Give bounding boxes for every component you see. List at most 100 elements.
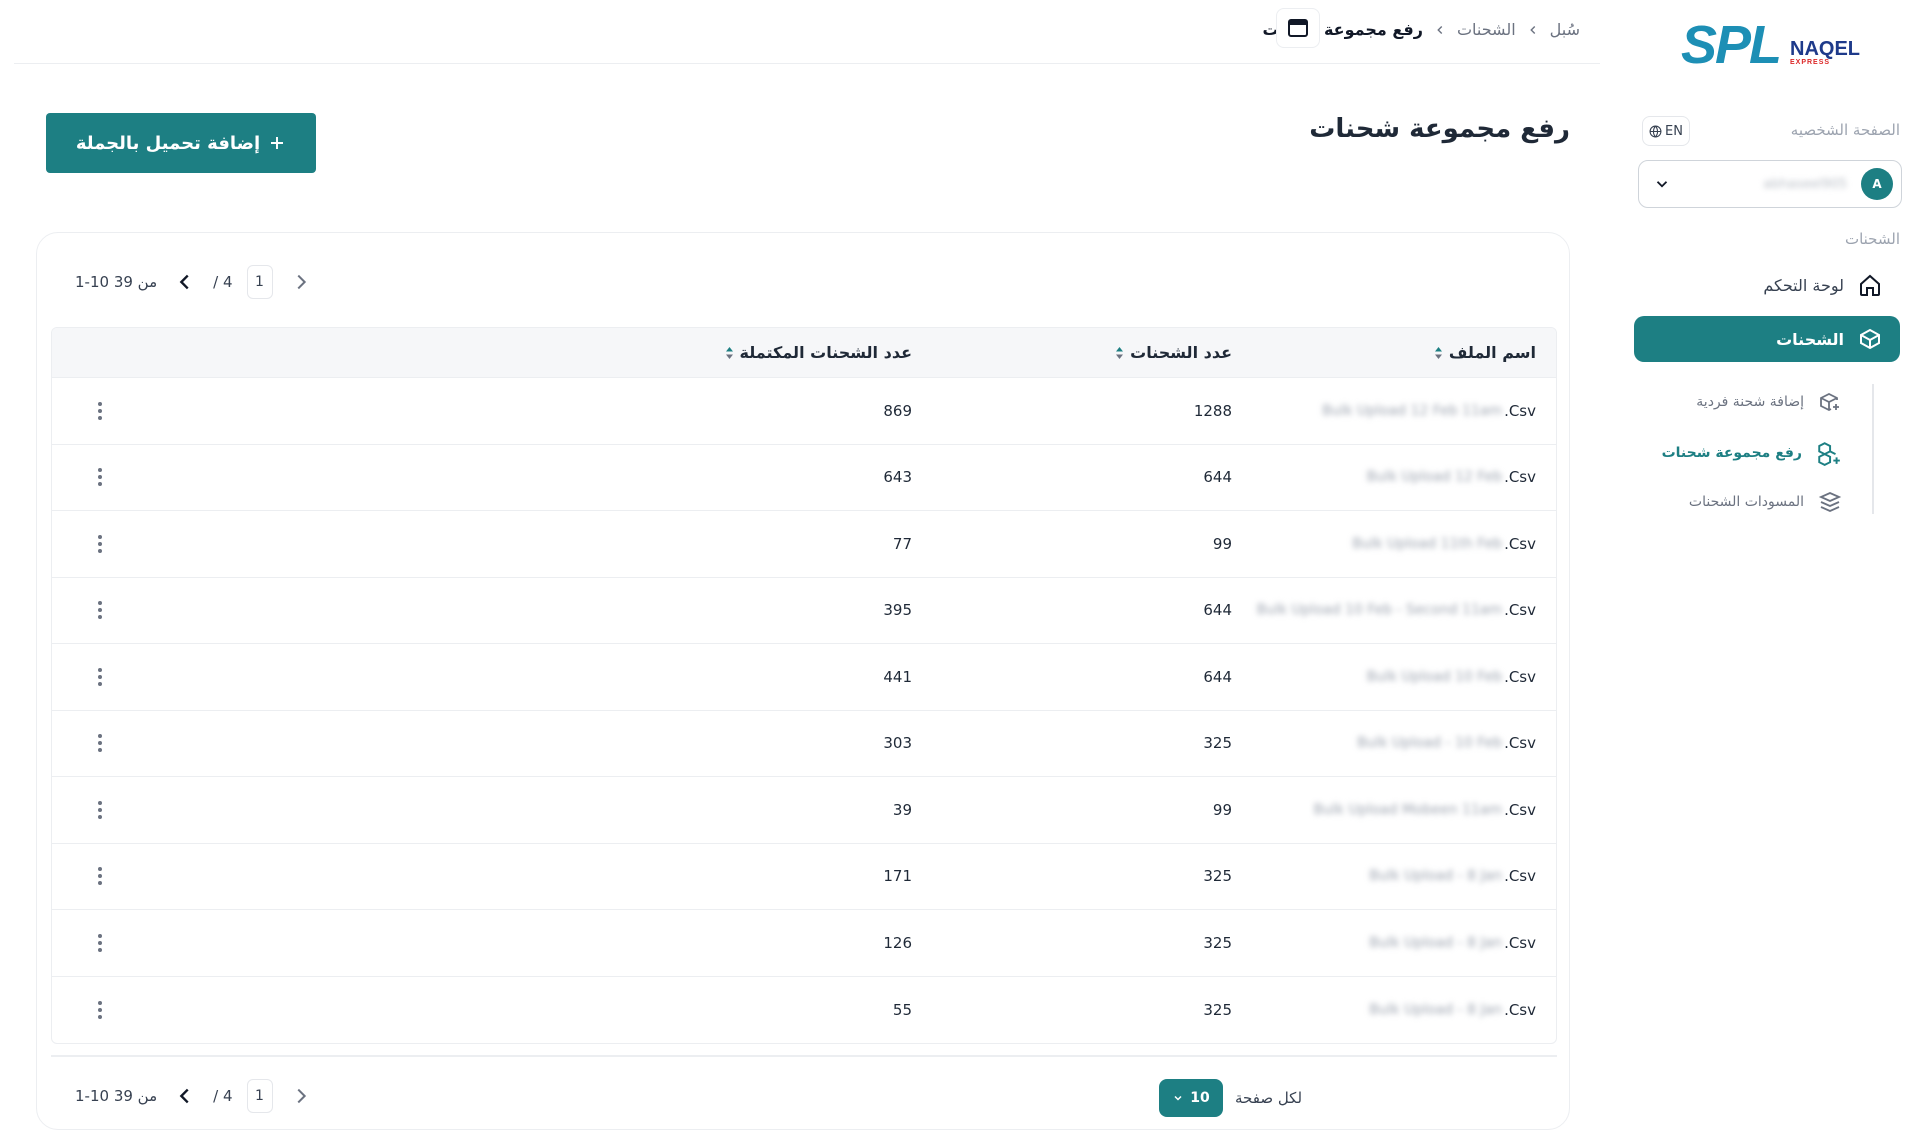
pagination-total: / 4	[213, 273, 233, 291]
chevron-left-icon	[179, 1088, 189, 1104]
per-page-select[interactable]: 10	[1159, 1079, 1223, 1117]
more-options-icon[interactable]	[90, 463, 110, 491]
pagination-current-page[interactable]: 1	[246, 265, 273, 299]
cell-completed-count: 395	[883, 601, 912, 620]
column-header-shipment-count[interactable]: عدد الشحنات	[912, 343, 1232, 362]
cell-completed-count: 55	[892, 1000, 912, 1019]
sidebar-toggle-button[interactable]	[1276, 8, 1320, 48]
file-name: Bulk Upload 11th Feb	[1352, 535, 1503, 552]
cell-file-name[interactable]: .Csv Bulk Upload 12 Feb	[1232, 468, 1556, 486]
pagination-next-button[interactable]	[287, 1082, 315, 1110]
column-header-label: عدد الشحنات المكتملة	[739, 343, 912, 362]
cell-shipment-count: 325	[1203, 734, 1232, 753]
profile-label: الصفحة الشخصيه	[1790, 121, 1900, 139]
chevron-left-icon	[1526, 23, 1540, 37]
file-extension: .Csv	[1504, 667, 1536, 686]
breadcrumb-home[interactable]: سُبل	[1550, 20, 1580, 39]
sidebar-item-label: لوحة التحكم	[1763, 275, 1844, 295]
more-options-icon[interactable]	[90, 530, 110, 558]
cell-shipment-count: 1288	[1193, 401, 1232, 420]
sidebar: SPL NAQEL EXPRESS الصفحة الشخصيه EN A ab…	[1620, 0, 1920, 1130]
add-bulk-upload-button[interactable]: إضافة تحميل بالجملة	[46, 113, 316, 173]
per-page-value: 10	[1190, 1090, 1210, 1106]
cell-completed-count: 126	[883, 933, 912, 952]
cell-completed-count: 39	[892, 800, 912, 819]
file-name: Bulk Upload - 8 Jan	[1369, 868, 1503, 885]
language-toggle-button[interactable]: EN	[1642, 116, 1690, 146]
column-header-completed-count[interactable]: عدد الشحنات المكتملة	[592, 343, 912, 362]
cell-actions	[52, 929, 592, 957]
cell-shipment-count: 325	[1203, 867, 1232, 886]
file-extension: .Csv	[1504, 534, 1536, 553]
cell-shipment-count: 99	[1212, 800, 1232, 819]
file-extension: .Csv	[1504, 468, 1536, 487]
table-row: .Csv Bulk Upload 11th Feb 99 77	[52, 511, 1556, 578]
more-options-icon[interactable]	[90, 397, 110, 425]
packages-plus-icon	[1818, 442, 1840, 466]
subnav-item-add-single[interactable]: إضافة شحنة فردية	[1696, 390, 1842, 414]
cell-file-name[interactable]: .Csv Bulk Upload - 8 Jan	[1232, 1001, 1556, 1019]
more-options-icon[interactable]	[90, 929, 110, 957]
user-select[interactable]: A abhaseel905	[1638, 160, 1902, 208]
sidebar-item-dashboard[interactable]: لوحة التحكم	[1634, 262, 1900, 308]
cell-actions	[52, 596, 592, 624]
pagination-prev-button[interactable]	[171, 268, 199, 296]
uploads-card: 1-10 من 39 / 4 1 اسم الملف عدد الشحنات ع…	[36, 232, 1570, 1130]
file-extension: .Csv	[1504, 933, 1536, 952]
file-name: Bulk Upload - 10 Feb	[1357, 735, 1503, 752]
cell-file-name[interactable]: .Csv Bulk Upload - 8 Jan	[1232, 867, 1556, 885]
cell-actions	[52, 996, 592, 1024]
cell-file-name[interactable]: .Csv Bulk Upload 11th Feb	[1232, 535, 1556, 553]
package-plus-icon	[1820, 392, 1839, 412]
file-extension: .Csv	[1504, 1000, 1536, 1019]
cell-shipment-count: 99	[1212, 534, 1232, 553]
cell-completed-count: 869	[883, 401, 912, 420]
package-icon	[1860, 328, 1880, 350]
file-name: Bulk Upload 10 Feb	[1366, 668, 1503, 685]
column-header-file-name[interactable]: اسم الملف	[1232, 343, 1556, 362]
sidebar-subnav: إضافة شحنة فردية رفع مجموعة شحنات المسود…	[1634, 384, 1874, 514]
sidebar-item-shipments[interactable]: الشحنات	[1634, 316, 1900, 362]
cell-completed-count: 643	[883, 468, 912, 487]
cell-file-name[interactable]: .Csv Bulk Upload - 10 Feb	[1232, 734, 1556, 752]
pagination-prev-button[interactable]	[171, 1082, 199, 1110]
file-extension: .Csv	[1504, 867, 1536, 886]
file-name: Bulk Upload - 8 Jan	[1369, 934, 1503, 951]
brand-logo[interactable]: SPL NAQEL EXPRESS	[1681, 18, 1860, 72]
logo-naqel-sub: EXPRESS	[1790, 59, 1831, 66]
logo-naqel: NAQEL EXPRESS	[1790, 39, 1860, 72]
more-options-icon[interactable]	[90, 862, 110, 890]
pagination-range: 1-10 من 39	[75, 273, 158, 291]
cell-file-name[interactable]: .Csv Bulk Upload Mobeen 11am	[1232, 801, 1556, 819]
logo-naqel-text: NAQEL	[1790, 38, 1860, 60]
table-row: .Csv Bulk Upload 10 Feb 644 441	[52, 644, 1556, 711]
pagination-next-button[interactable]	[287, 268, 315, 296]
file-extension: .Csv	[1504, 401, 1536, 420]
globe-icon	[1649, 125, 1662, 137]
section-label-shipments: الشحنات	[1844, 230, 1900, 248]
more-options-icon[interactable]	[90, 596, 110, 624]
cell-file-name[interactable]: .Csv Bulk Upload - 8 Jan	[1232, 934, 1556, 952]
cell-file-name[interactable]: .Csv Bulk Upload 12 Feb 11am	[1232, 402, 1556, 420]
subnav-item-drafts[interactable]: المسودات الشحنات	[1689, 490, 1842, 514]
more-options-icon[interactable]	[90, 663, 110, 691]
window-icon	[1288, 19, 1308, 37]
cell-file-name[interactable]: .Csv Bulk Upload 10 Feb	[1232, 668, 1556, 686]
cell-actions	[52, 862, 592, 890]
table-row: .Csv Bulk Upload Mobeen 11am 99 39	[52, 777, 1556, 844]
more-options-icon[interactable]	[90, 729, 110, 757]
cell-file-name[interactable]: .Csv Bulk Upload 10 Feb - Second 11am	[1232, 601, 1556, 619]
more-options-icon[interactable]	[90, 996, 110, 1024]
chevron-down-icon	[1174, 1095, 1182, 1101]
cell-actions	[52, 397, 592, 425]
cell-shipment-count: 644	[1203, 601, 1232, 620]
language-label: EN	[1665, 123, 1683, 139]
cell-actions	[52, 663, 592, 691]
pagination-current-page[interactable]: 1	[246, 1079, 273, 1113]
subnav-item-bulk-upload[interactable]: رفع مجموعة شحنات	[1662, 440, 1842, 466]
table-row: .Csv Bulk Upload - 10 Feb 325 303	[52, 711, 1556, 777]
breadcrumb-shipments[interactable]: الشحنات	[1457, 20, 1516, 39]
cell-actions	[52, 463, 592, 491]
subnav-item-label: إضافة شحنة فردية	[1696, 394, 1804, 410]
more-options-icon[interactable]	[90, 796, 110, 824]
